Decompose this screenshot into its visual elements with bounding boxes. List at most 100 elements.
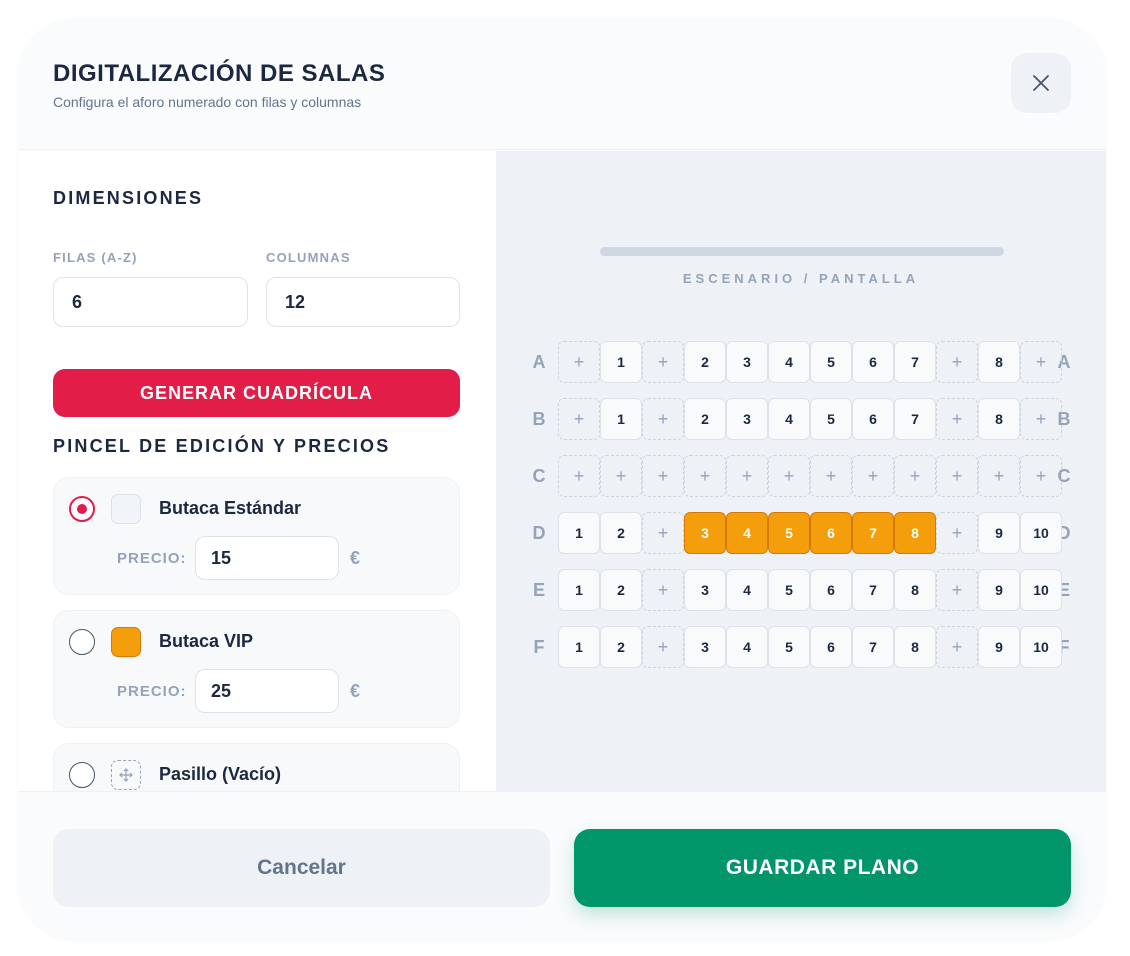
page-title: DIGITALIZACIÓN DE SALAS bbox=[53, 60, 386, 87]
aisle-cell[interactable]: + bbox=[642, 398, 684, 440]
aisle-cell[interactable]: + bbox=[1020, 398, 1062, 440]
price-label-standard: PRECIO: bbox=[117, 550, 187, 567]
aisle-cell[interactable]: + bbox=[642, 626, 684, 668]
standard-seat[interactable]: 6 bbox=[810, 626, 852, 668]
aisle-cell[interactable]: + bbox=[642, 455, 684, 497]
standard-seat[interactable]: 3 bbox=[684, 626, 726, 668]
row-label-left: E bbox=[532, 580, 545, 600]
standard-seat[interactable]: 1 bbox=[558, 626, 600, 668]
aisle-cell[interactable]: + bbox=[768, 455, 810, 497]
standard-seat[interactable]: 4 bbox=[768, 398, 810, 440]
aisle-cell[interactable]: + bbox=[936, 341, 978, 383]
standard-seat[interactable]: 7 bbox=[894, 398, 936, 440]
standard-seat[interactable]: 2 bbox=[684, 398, 726, 440]
standard-seat[interactable]: 1 bbox=[558, 569, 600, 611]
standard-seat[interactable]: 2 bbox=[600, 512, 642, 554]
aisle-cell[interactable]: + bbox=[894, 455, 936, 497]
standard-seat[interactable]: 9 bbox=[978, 512, 1020, 554]
vip-seat[interactable]: 4 bbox=[726, 512, 768, 554]
brush-option-vip[interactable]: Butaca VIP PRECIO: € bbox=[53, 610, 460, 728]
aisle-cell[interactable]: + bbox=[600, 455, 642, 497]
row-label-left: B bbox=[532, 409, 546, 429]
rows-input[interactable] bbox=[53, 277, 248, 327]
vip-seat[interactable]: 8 bbox=[894, 512, 936, 554]
standard-seat[interactable]: 4 bbox=[768, 341, 810, 383]
aisle-cell[interactable]: + bbox=[558, 398, 600, 440]
currency-vip: € bbox=[350, 681, 361, 701]
aisle-cell[interactable]: + bbox=[936, 569, 978, 611]
standard-seat[interactable]: 7 bbox=[852, 626, 894, 668]
save-plan-button[interactable]: GUARDAR PLANO bbox=[574, 829, 1071, 907]
standard-seat[interactable]: 6 bbox=[852, 398, 894, 440]
cancel-button[interactable]: Cancelar bbox=[53, 829, 550, 907]
standard-seat[interactable]: 7 bbox=[894, 341, 936, 383]
standard-seat[interactable]: 3 bbox=[684, 569, 726, 611]
price-label-vip: PRECIO: bbox=[117, 683, 187, 700]
vip-seat[interactable]: 3 bbox=[684, 512, 726, 554]
standard-seat[interactable]: 8 bbox=[894, 569, 936, 611]
columns-input[interactable] bbox=[266, 277, 460, 327]
standard-seat[interactable]: 8 bbox=[978, 341, 1020, 383]
brush-option-standard[interactable]: Butaca Estándar PRECIO: € bbox=[53, 477, 460, 595]
seat-map-panel: ESCENARIO / PANTALLA A A +1 +2 3 4 5 6 7 +8 + B B +1 +… bbox=[496, 151, 1106, 791]
aisle-cell[interactable]: + bbox=[936, 455, 978, 497]
brush-radio-standard[interactable] bbox=[69, 496, 95, 522]
standard-seat[interactable]: 2 bbox=[600, 569, 642, 611]
brush-radio-vip[interactable] bbox=[69, 629, 95, 655]
standard-seat[interactable]: 7 bbox=[852, 569, 894, 611]
stage-bar bbox=[600, 247, 1004, 256]
brush-title: PINCEL DE EDICIÓN Y PRECIOS bbox=[53, 436, 391, 456]
standard-seat[interactable]: 1 bbox=[600, 341, 642, 383]
aisle-cell[interactable]: + bbox=[1020, 455, 1062, 497]
standard-seat[interactable]: 9 bbox=[978, 569, 1020, 611]
vip-seat[interactable]: 6 bbox=[810, 512, 852, 554]
standard-seat[interactable]: 2 bbox=[600, 626, 642, 668]
standard-seat[interactable]: 10 bbox=[1020, 626, 1062, 668]
aisle-cell[interactable]: + bbox=[936, 626, 978, 668]
standard-seat-swatch bbox=[111, 494, 141, 524]
vip-seat-swatch bbox=[111, 627, 141, 657]
aisle-cell[interactable]: + bbox=[810, 455, 852, 497]
generate-grid-button[interactable]: GENERAR CUADRÍCULA bbox=[53, 369, 460, 417]
standard-seat[interactable]: 4 bbox=[726, 569, 768, 611]
standard-seat[interactable]: 4 bbox=[726, 626, 768, 668]
aisle-cell[interactable]: + bbox=[684, 455, 726, 497]
aisle-cell[interactable]: + bbox=[936, 512, 978, 554]
aisle-cell[interactable]: + bbox=[558, 455, 600, 497]
settings-panel[interactable]: DIMENSIONES FILAS (A-Z) COLUMNAS GENERAR… bbox=[18, 151, 496, 791]
standard-seat[interactable]: 2 bbox=[684, 341, 726, 383]
standard-seat[interactable]: 8 bbox=[894, 626, 936, 668]
standard-seat[interactable]: 10 bbox=[1020, 569, 1062, 611]
aisle-cell[interactable]: + bbox=[852, 455, 894, 497]
standard-seat[interactable]: 1 bbox=[600, 398, 642, 440]
price-input-vip[interactable] bbox=[195, 669, 339, 713]
standard-seat[interactable]: 5 bbox=[810, 398, 852, 440]
aisle-cell[interactable]: + bbox=[1020, 341, 1062, 383]
standard-seat[interactable]: 1 bbox=[558, 512, 600, 554]
move-icon bbox=[119, 768, 133, 782]
standard-seat[interactable]: 6 bbox=[810, 569, 852, 611]
standard-seat[interactable]: 8 bbox=[978, 398, 1020, 440]
standard-seat[interactable]: 5 bbox=[768, 626, 810, 668]
aisle-cell[interactable]: + bbox=[726, 455, 768, 497]
standard-seat[interactable]: 3 bbox=[726, 398, 768, 440]
price-input-standard[interactable] bbox=[195, 536, 339, 580]
standard-seat[interactable]: 5 bbox=[768, 569, 810, 611]
aisle-cell[interactable]: + bbox=[978, 455, 1020, 497]
aisle-cell[interactable]: + bbox=[642, 569, 684, 611]
standard-seat[interactable]: 5 bbox=[810, 341, 852, 383]
aisle-cell[interactable]: + bbox=[642, 512, 684, 554]
aisle-cell[interactable]: + bbox=[936, 398, 978, 440]
aisle-cell[interactable]: + bbox=[558, 341, 600, 383]
brush-radio-aisle[interactable] bbox=[69, 762, 95, 788]
vip-seat[interactable]: 7 bbox=[852, 512, 894, 554]
close-button[interactable] bbox=[1011, 53, 1071, 113]
standard-seat[interactable]: 6 bbox=[852, 341, 894, 383]
standard-seat[interactable]: 3 bbox=[726, 341, 768, 383]
dimensions-title: DIMENSIONES bbox=[53, 188, 204, 208]
brush-option-aisle[interactable]: Pasillo (Vacío) bbox=[53, 743, 460, 791]
aisle-cell[interactable]: + bbox=[642, 341, 684, 383]
vip-seat[interactable]: 5 bbox=[768, 512, 810, 554]
standard-seat[interactable]: 9 bbox=[978, 626, 1020, 668]
standard-seat[interactable]: 10 bbox=[1020, 512, 1062, 554]
